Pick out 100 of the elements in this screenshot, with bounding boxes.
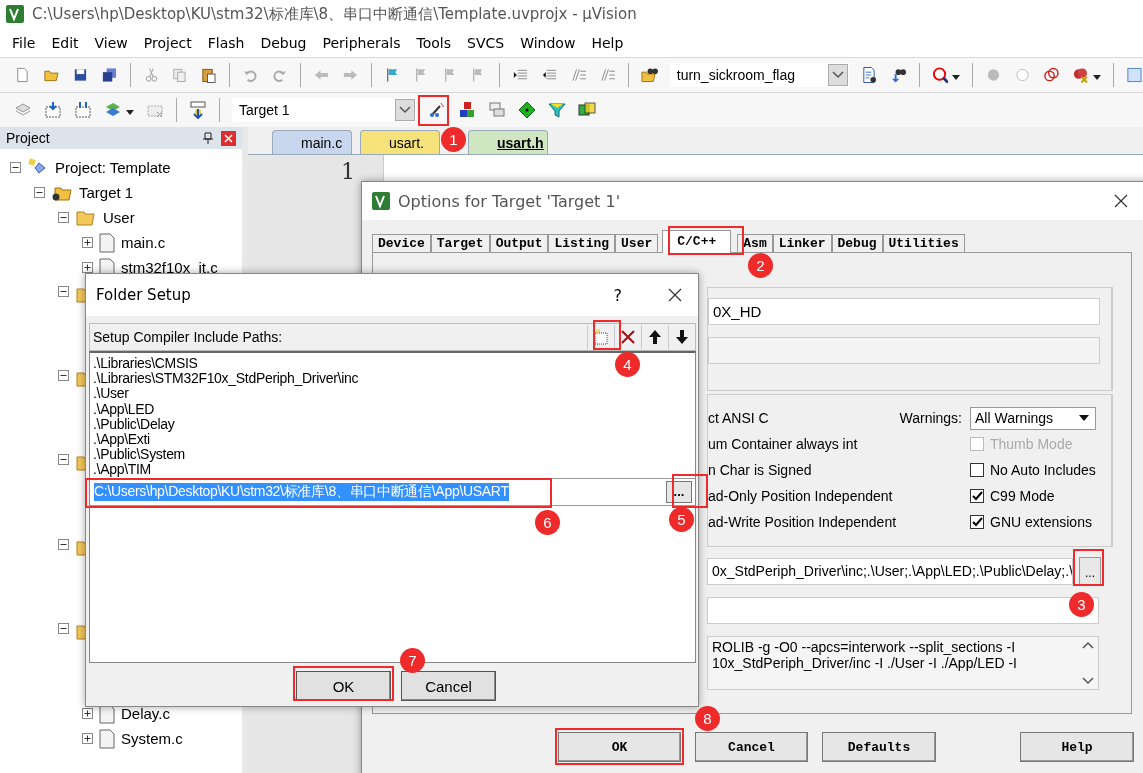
path-item[interactable]: .\App\TIM [90,462,151,478]
path-item[interactable]: .\App\Exti [90,431,150,448]
expand-icon[interactable] [82,262,93,273]
pin-icon[interactable] [203,132,213,144]
path-item[interactable]: .\Libraries\CMSIS [90,356,198,372]
new-file-icon[interactable] [14,66,31,84]
path-item[interactable]: .\App\LED [90,401,155,417]
funnel-icon[interactable] [548,101,566,119]
close-icon[interactable] [668,288,682,302]
diamond-icon[interactable] [518,101,536,119]
multi-window-icon[interactable] [578,101,596,119]
window-icon[interactable] [1125,66,1143,84]
tree-item[interactable]: main.c [121,234,166,251]
menu-item[interactable]: File [4,34,44,51]
path-item[interactable]: .\User [90,386,129,402]
menu-item[interactable]: Window [512,34,584,51]
folder-binoculars-icon[interactable] [640,66,658,84]
dialog-button[interactable]: Cancel [401,671,496,701]
scroll-up-icon[interactable] [1082,641,1094,649]
editor-tab[interactable]: main.c [272,130,352,154]
build-icon[interactable] [44,101,62,119]
browse-button[interactable]: ... [1079,557,1101,585]
path-item[interactable]: .\Public\System [90,447,185,463]
dialog-tab[interactable]: Output [489,234,549,252]
expand-icon[interactable] [82,708,93,719]
help-button[interactable]: ? [613,285,622,305]
tree-item[interactable]: User [103,209,135,226]
tree-item[interactable]: stm32f10x_it.c [121,259,218,276]
dialog-tab[interactable]: Utilities [882,234,965,252]
dropdown[interactable]: Target 1 [232,98,416,122]
scroll-down-icon[interactable] [1082,677,1094,685]
delete-icon[interactable] [619,328,637,346]
paste-icon[interactable] [200,66,218,84]
dialog-tab[interactable]: User [615,234,659,252]
dialog-button[interactable]: OK [296,671,391,701]
menu-item[interactable]: Tools [408,34,460,51]
menu-item[interactable]: View [86,34,136,51]
batch-build-icon[interactable] [104,101,122,119]
define-field[interactable]: 0X_HD [708,298,1100,325]
save-all-icon[interactable] [100,66,118,84]
windows-icon[interactable] [488,101,506,119]
dialog-button[interactable]: Cancel [695,732,808,762]
new-folder-icon[interactable] [592,328,610,346]
undefine-field[interactable] [708,337,1100,364]
dialog-button[interactable]: Defaults [822,732,936,762]
checkbox[interactable] [970,489,984,503]
menu-item[interactable]: Flash [199,34,253,51]
tree-item[interactable]: Project: Template [55,159,171,176]
dialog-button[interactable]: OK [558,732,681,762]
blocks-icon[interactable] [458,101,476,119]
dialog-tab[interactable]: Target [430,234,490,252]
browse-button[interactable]: ... [666,480,692,503]
move-up-icon[interactable] [646,328,664,346]
expand-icon[interactable] [82,733,93,744]
collapse-icon[interactable] [58,370,69,382]
tree-item[interactable]: System.c [121,730,183,747]
download-icon[interactable] [189,101,207,119]
dialog-tab[interactable]: Device [372,234,431,252]
editor-tab[interactable]: usart.h [468,130,548,154]
dialog-button[interactable]: Help [1020,732,1134,762]
collapse-icon[interactable] [58,212,69,223]
checkbox[interactable] [970,515,984,529]
tree-item[interactable]: Target 1 [79,184,134,201]
path-item[interactable]: .\Public\Delay [90,416,175,432]
dialog-tab[interactable]: Asm [737,234,773,252]
menu-item[interactable]: SVCS [459,34,513,51]
collapse-icon[interactable] [10,162,21,173]
debug-search-icon[interactable] [931,66,949,84]
close-icon[interactable] [1114,194,1128,208]
menu-item[interactable]: Edit [43,34,87,51]
collapse-icon[interactable] [58,538,69,550]
menu-item[interactable]: Debug [252,34,315,51]
menu-item[interactable]: Peripherals [314,34,409,51]
collapse-icon[interactable] [58,622,69,634]
menu-item[interactable]: Help [583,34,632,51]
caret-icon[interactable] [1092,75,1101,80]
expand-icon[interactable] [82,237,93,248]
dialog-tab[interactable]: Debug [831,234,883,252]
caret-icon[interactable] [952,75,961,80]
magic-wand-icon[interactable] [428,101,446,119]
menu-item[interactable]: Project [135,34,200,51]
caret-icon[interactable] [126,110,134,115]
collapse-icon[interactable] [58,286,69,297]
dialog-tab[interactable]: Linker [772,234,832,252]
dialog-tab[interactable]: C/C++ [662,230,732,253]
misc-controls-field[interactable] [707,597,1099,624]
move-down-icon[interactable] [673,328,691,346]
checkbox[interactable] [970,463,984,477]
collapse-icon[interactable] [34,187,45,198]
breakpoints-icon[interactable] [1043,66,1061,84]
dropdown[interactable]: turn_sickroom_flag [669,63,849,87]
tree-item[interactable]: Delay.c [121,705,170,722]
collapse-icon[interactable] [58,454,69,466]
editor-tab[interactable]: usart. [360,130,440,154]
find-document-icon[interactable] [860,66,878,84]
dialog-tab[interactable]: Listing [548,234,616,252]
path-item[interactable]: .\Libraries\STM32F10x_StdPeriph_Driver\inc [90,371,359,387]
rebuild-icon[interactable] [74,101,92,119]
warnings-dropdown[interactable]: All Warnings [970,406,1096,430]
delete-breakpoints-icon[interactable] [1072,66,1089,84]
